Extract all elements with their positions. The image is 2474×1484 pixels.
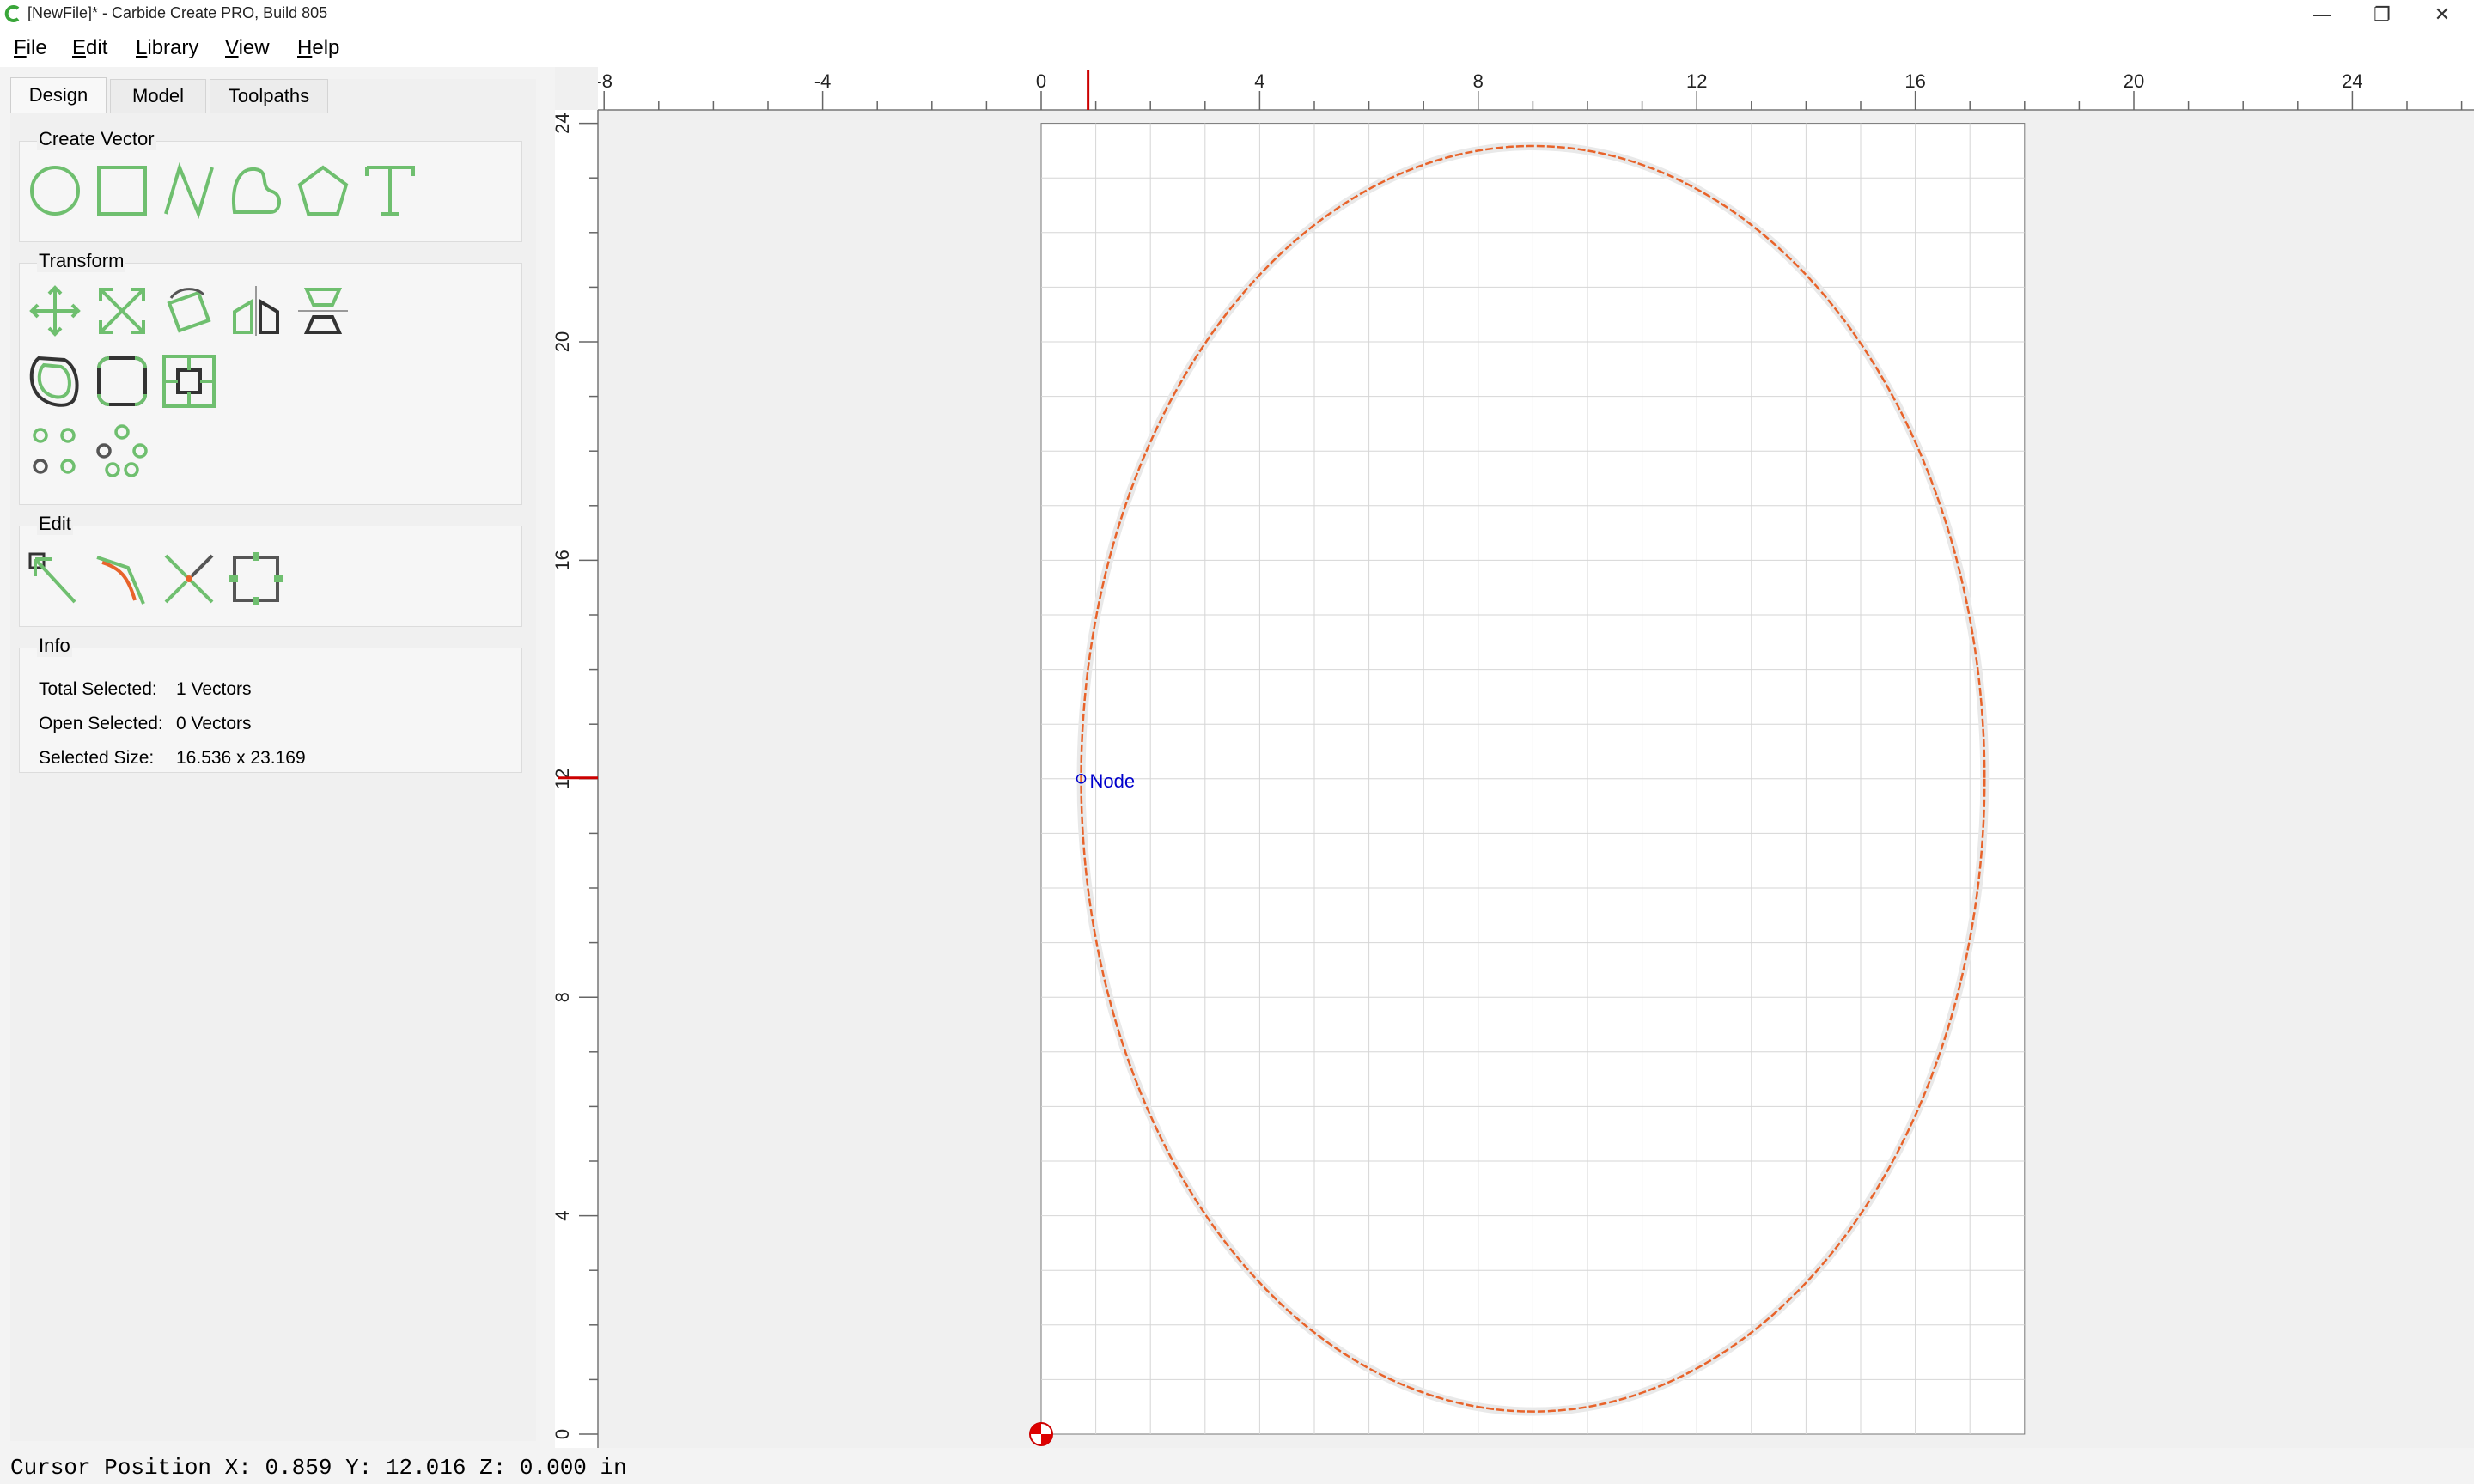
circular-array-tool-button[interactable] xyxy=(92,422,152,482)
cursor-position-readout: Cursor Position X: 0.859 Y: 12.016 Z: 0.… xyxy=(10,1455,627,1481)
text-icon xyxy=(365,166,415,216)
grid-array-tool-button[interactable] xyxy=(25,422,85,482)
design-canvas-area[interactable]: Node -8 -4 0 4 8 12 16 20 24 24 20 16 12 8 4 0 xyxy=(551,67,2474,1448)
align-icon xyxy=(298,288,348,334)
transform-title: Transform xyxy=(37,250,126,272)
minimize-button[interactable]: — xyxy=(2292,0,2352,29)
ruler-x-label: 4 xyxy=(1254,70,1264,92)
circular-array-icon xyxy=(96,424,148,477)
window-title: [NewFile]* - Carbide Create PRO, Build 8… xyxy=(27,4,328,21)
rotate-icon xyxy=(167,288,211,333)
ruler-x-label: 16 xyxy=(1904,70,1925,92)
move-tool-button[interactable] xyxy=(25,281,85,341)
menu-view[interactable]: View xyxy=(225,36,270,60)
node-edit-tool-button[interactable] xyxy=(25,549,85,609)
ruler-x-label: 12 xyxy=(1686,70,1707,92)
curve-tool-button[interactable] xyxy=(226,161,286,221)
ruler-x-label: -4 xyxy=(814,70,832,92)
circle-tool-button[interactable] xyxy=(25,161,85,221)
restore-button[interactable]: ❐ xyxy=(2352,0,2412,29)
horizontal-ruler-bg xyxy=(555,67,2474,110)
total-selected-label: Total Selected: xyxy=(39,679,157,699)
mirror-tool-button[interactable] xyxy=(226,281,286,341)
rectangle-icon xyxy=(97,166,147,216)
node-edit-icon xyxy=(28,552,76,604)
ruler-y-label: 20 xyxy=(555,331,573,352)
ruler-x-label: 24 xyxy=(2342,70,2362,92)
mirror-icon xyxy=(233,286,279,336)
create-vector-group: Create Vector xyxy=(19,128,522,242)
node-label: Node xyxy=(1090,770,1136,792)
boolean-icon xyxy=(162,355,216,408)
grid-array-icon xyxy=(33,428,76,474)
boolean-tool-button[interactable] xyxy=(159,351,219,411)
horizontal-ruler: -8 -4 0 4 8 12 16 20 24 xyxy=(555,67,2474,111)
scale-tool-button[interactable] xyxy=(92,281,152,341)
join-icon xyxy=(229,552,283,605)
ruler-x-label: 0 xyxy=(1036,70,1046,92)
total-selected-value: 1 Vectors xyxy=(176,679,252,699)
edit-group: Edit xyxy=(19,513,522,627)
carbide-logo-icon xyxy=(4,5,20,22)
ruler-y-label: 24 xyxy=(555,113,573,133)
polyline-tool-button[interactable] xyxy=(159,161,219,221)
menu-help[interactable]: Help xyxy=(297,36,339,60)
open-selected-label: Open Selected: xyxy=(39,714,163,733)
title-bar: [NewFile]* - Carbide Create PRO, Build 8… xyxy=(0,0,2474,29)
scale-icon xyxy=(99,288,145,334)
rotate-tool-button[interactable] xyxy=(159,281,219,341)
ruler-x-label: 20 xyxy=(2124,70,2144,92)
curve-icon xyxy=(232,167,281,214)
cut-icon xyxy=(164,554,214,604)
info-title: Info xyxy=(37,635,72,657)
tab-design[interactable]: Design xyxy=(10,77,107,113)
ruler-y-label: 16 xyxy=(555,550,573,570)
ruler-y-label: 4 xyxy=(555,1210,573,1220)
join-tool-button[interactable] xyxy=(226,549,286,609)
edit-title: Edit xyxy=(37,513,73,535)
design-canvas[interactable]: Node -8 -4 0 4 8 12 16 20 24 24 20 16 12 8 4 0 xyxy=(551,67,2474,1448)
offset-icon xyxy=(29,356,79,407)
ruler-x-label: -8 xyxy=(595,70,612,92)
menu-edit[interactable]: Edit xyxy=(72,36,107,60)
move-icon xyxy=(29,285,81,337)
polygon-tool-button[interactable] xyxy=(293,161,353,221)
info-group: Info Total Selected: 1 Vectors Open Sele… xyxy=(19,635,522,773)
origin-layer xyxy=(1029,1422,1053,1446)
trim-tool-button[interactable] xyxy=(92,549,152,609)
tab-model[interactable]: Model xyxy=(110,79,206,113)
fillet-icon xyxy=(97,356,147,406)
vertical-ruler: 24201612840 xyxy=(551,67,599,1448)
rectangle-tool-button[interactable] xyxy=(92,161,152,221)
text-tool-button[interactable] xyxy=(360,161,420,221)
circle-icon xyxy=(30,166,80,216)
ruler-corner xyxy=(555,67,598,110)
transform-group: Transform xyxy=(19,250,522,505)
menu-file[interactable]: File xyxy=(14,36,47,60)
fillet-tool-button[interactable] xyxy=(92,351,152,411)
polygon-icon xyxy=(297,165,349,216)
menu-library[interactable]: Library xyxy=(136,36,198,60)
cut-tool-button[interactable] xyxy=(159,549,219,609)
offset-tool-button[interactable] xyxy=(25,351,85,411)
ruler-y-label: 0 xyxy=(555,1429,573,1439)
close-button[interactable]: ✕ xyxy=(2412,0,2472,29)
create-vector-title: Create Vector xyxy=(37,128,156,150)
ruler-x-label: 8 xyxy=(1473,70,1484,92)
align-tool-button[interactable] xyxy=(293,281,353,341)
selected-size-label: Selected Size: xyxy=(39,748,155,768)
ruler-y-label: 8 xyxy=(555,992,573,1002)
polyline-icon xyxy=(164,162,214,219)
menu-bar: File Edit Library View Help xyxy=(0,29,2474,67)
status-bar: Cursor Position X: 0.859 Y: 12.016 Z: 0.… xyxy=(0,1448,2474,1484)
selected-size-value: 16.536 x 23.169 xyxy=(176,748,306,768)
tab-toolpaths[interactable]: Toolpaths xyxy=(210,79,328,113)
trim-icon xyxy=(96,556,145,605)
open-selected-value: 0 Vectors xyxy=(176,714,252,733)
vertical-ruler-bg xyxy=(555,67,598,1448)
